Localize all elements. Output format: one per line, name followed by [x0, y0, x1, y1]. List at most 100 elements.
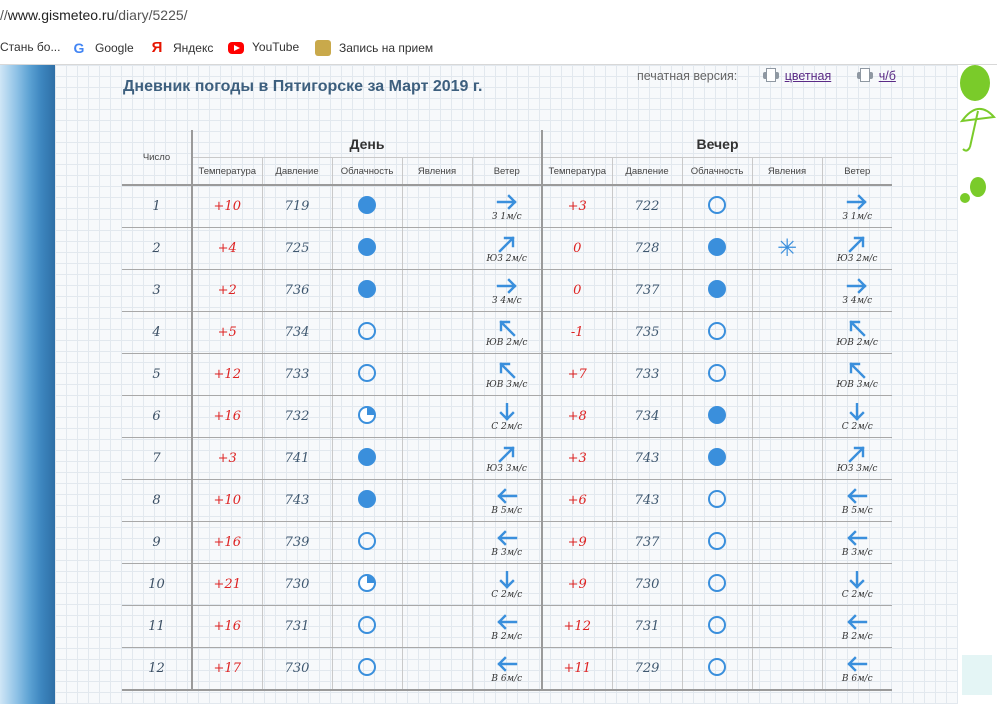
col-day-header: Число — [122, 130, 192, 186]
table-row: 4 +5 734 ЮВ 2м/с -1 735 ЮВ 2м/с — [122, 311, 892, 354]
clear-sky-icon — [708, 615, 726, 634]
print-bw-link[interactable]: ч/б — [879, 69, 896, 83]
col-phen-header: Явления — [751, 157, 822, 186]
evening-pressure: 734 — [611, 395, 682, 438]
wind-arrow-icon — [847, 193, 867, 210]
evening-temperature: -1 — [541, 311, 612, 354]
day-number: 12 — [122, 647, 192, 691]
snow-icon: ✳ — [776, 233, 798, 262]
url-text[interactable]: //www.gismeteo.ru/diary/5225/ — [0, 7, 188, 23]
wind-label: ЮЗ 2м/с — [837, 253, 878, 264]
evening-phenomena — [751, 647, 822, 691]
col-cloud-header: Облачность — [331, 157, 402, 186]
address-bar[interactable]: //www.gismeteo.ru/diary/5225/ — [0, 0, 997, 32]
evening-phenomena — [751, 605, 822, 648]
day-temperature: +16 — [191, 605, 262, 648]
day-wind: С 2м/с — [471, 563, 542, 606]
evening-pressure: 743 — [611, 437, 682, 480]
url-path: /diary/5225/ — [114, 7, 188, 23]
evening-phenomena — [751, 395, 822, 438]
evening-pressure: 722 — [611, 185, 682, 228]
wind-label: В 5м/с — [491, 505, 523, 516]
wind-arrow-icon — [499, 361, 516, 379]
evening-cloudiness — [681, 563, 752, 606]
evening-cloudiness — [681, 227, 752, 270]
bookmark-label: Google — [95, 41, 134, 55]
col-pressure-header: Давление — [261, 157, 332, 186]
day-cloudiness — [331, 227, 402, 270]
evening-cloudiness — [681, 437, 752, 480]
bookmark-yandex[interactable]: Я Яндекс — [149, 40, 214, 56]
evening-phenomena — [751, 185, 822, 228]
day-pressure: 733 — [261, 353, 332, 396]
evening-wind: ЮВ 2м/с — [821, 311, 892, 354]
day-number: 6 — [122, 395, 192, 438]
day-pressure: 734 — [261, 311, 332, 354]
overcast-icon — [358, 489, 376, 508]
bookmark-stan[interactable]: Стань бо... — [0, 40, 60, 54]
evening-cloudiness — [681, 311, 752, 354]
day-phenomena — [401, 227, 472, 270]
page-title: Дневник погоды в Пятигорске за Март 2019… — [123, 78, 483, 95]
overcast-icon — [708, 405, 726, 424]
group-day-header: День — [191, 130, 542, 158]
evening-phenomena — [751, 353, 822, 396]
evening-cloudiness — [681, 395, 752, 438]
evening-cloudiness — [681, 353, 752, 396]
evening-phenomena — [751, 269, 822, 312]
overcast-icon — [708, 447, 726, 466]
evening-cloudiness — [681, 605, 752, 648]
partly-cloudy-icon — [358, 573, 376, 592]
overcast-icon — [708, 237, 726, 256]
overcast-icon — [358, 237, 376, 256]
table-row: 10 +21 730 С 2м/с +9 730 С 2м/с — [122, 563, 892, 606]
day-cloudiness — [331, 269, 402, 312]
evening-pressure: 733 — [611, 353, 682, 396]
day-wind: В 2м/с — [471, 605, 542, 648]
wind-label: В 6м/с — [491, 673, 523, 684]
wind-label: З 4м/с — [491, 295, 522, 306]
evening-temperature: +11 — [541, 647, 612, 691]
day-wind: В 6м/с — [471, 647, 542, 691]
wind-label: ЮЗ 2м/с — [486, 253, 527, 264]
clear-sky-icon — [708, 321, 726, 340]
printer-icon[interactable] — [762, 68, 779, 82]
clear-sky-icon — [358, 321, 376, 340]
bookmark-google[interactable]: G Google — [71, 40, 134, 56]
wind-arrow-icon — [847, 529, 868, 546]
clear-sky-icon — [708, 657, 726, 676]
evening-pressure: 731 — [611, 605, 682, 648]
bookmark-label: Яндекс — [173, 41, 214, 55]
print-color-link[interactable]: цветная — [785, 69, 832, 83]
day-pressure: 730 — [261, 563, 332, 606]
col-cloud-header: Облачность — [681, 157, 752, 186]
printer-icon[interactable] — [856, 68, 873, 82]
wind-arrow-icon — [497, 529, 517, 546]
evening-temperature: +3 — [541, 185, 612, 228]
evening-temperature: +9 — [541, 563, 612, 606]
evening-pressure: 737 — [611, 269, 682, 312]
day-temperature: +5 — [191, 311, 262, 354]
wind-arrow-icon — [847, 277, 867, 294]
wind-label: З 1м/с — [842, 211, 873, 222]
day-wind: З 1м/с — [471, 185, 542, 228]
table-row: 2 +4 725 ЮЗ 2м/с 0 728 ✳ ЮЗ 2м/с — [122, 227, 892, 270]
evening-cloudiness — [681, 269, 752, 312]
day-number: 4 — [122, 311, 192, 354]
wind-label: В 3м/с — [491, 547, 523, 558]
wind-label: ЮЗ 3м/с — [486, 463, 527, 474]
clear-sky-icon — [358, 615, 376, 634]
evening-pressure: 743 — [611, 479, 682, 522]
evening-temperature: +8 — [541, 395, 612, 438]
wind-arrow-icon — [497, 655, 517, 672]
wind-arrow-icon — [496, 277, 517, 294]
bottom-deco — [962, 655, 992, 695]
evening-phenomena — [751, 563, 822, 606]
bookmark-youtube[interactable]: YouTube — [228, 40, 299, 54]
bookmark-zapis[interactable]: Запись на прием — [315, 40, 433, 56]
day-temperature: +2 — [191, 269, 262, 312]
clear-sky-icon — [708, 573, 726, 592]
day-pressure: 741 — [261, 437, 332, 480]
table-row: 6 +16 732 С 2м/с +8 734 С 2м/с — [122, 395, 892, 438]
evening-phenomena — [751, 521, 822, 564]
